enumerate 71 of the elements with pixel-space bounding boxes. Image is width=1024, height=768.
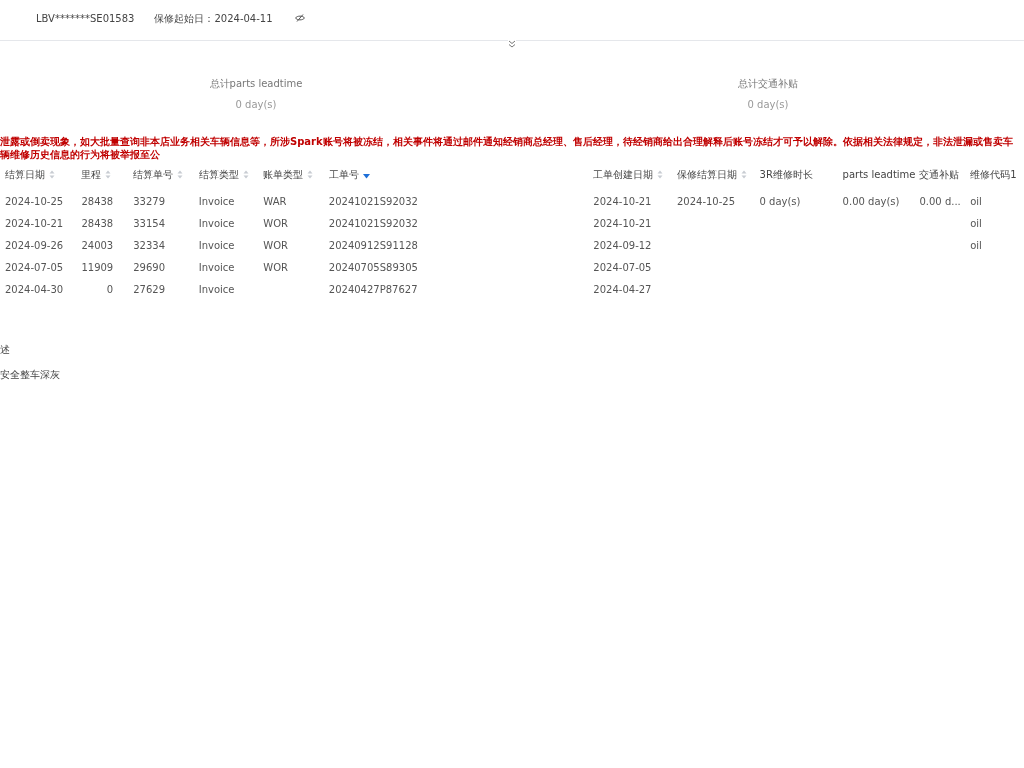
column-header: 3R维修时长	[759, 167, 813, 182]
table-cell: 2024-10-21	[593, 195, 652, 207]
table-cell: 2024-07-05	[593, 261, 652, 273]
table-cell: 11909	[81, 261, 114, 273]
detail-text: 安全整车深灰	[0, 368, 61, 382]
sort-icon[interactable]	[242, 169, 249, 179]
column-header[interactable]: 结算日期	[5, 166, 45, 182]
expand-icon[interactable]	[508, 40, 516, 48]
column-header[interactable]: 结算单号	[133, 166, 174, 182]
table-cell: 28438	[81, 195, 114, 207]
summary-value: 0 day(s)	[235, 98, 277, 112]
table-cell: 0 day(s)	[759, 195, 801, 207]
table-cell: 2024-10-25	[5, 195, 64, 207]
sort-icon[interactable]	[177, 169, 184, 179]
column-header[interactable]: 结算类型	[198, 166, 239, 182]
table-cell: 20240705S89305	[328, 261, 418, 273]
table-cell: 0.00 d...	[919, 195, 961, 207]
summary-label: 总计交通补贴	[738, 77, 798, 91]
table-cell: 0.00 day(s)	[842, 195, 900, 207]
table-cell: 2024-04-27	[593, 283, 652, 295]
summary-label: 总计parts leadtime	[209, 77, 303, 91]
table-cell: 32334	[133, 239, 166, 251]
column-header: 维修代码1	[970, 167, 1017, 182]
table-cell: 20240427P87627	[328, 283, 418, 295]
table-cell: 20241021S92032	[328, 195, 418, 207]
table-cell: WAR	[263, 195, 287, 207]
table-cell: 28438	[81, 217, 114, 229]
table-cell: WOR	[263, 261, 288, 273]
table-cell: 24003	[81, 239, 114, 251]
table-cell: oil	[970, 239, 982, 251]
column-header[interactable]: 工单创建日期	[593, 166, 654, 182]
table-cell: WOR	[263, 217, 288, 229]
table-cell: Invoice	[198, 195, 235, 207]
table-cell: 29690	[133, 261, 166, 273]
table-cell: 20240912S91128	[328, 239, 418, 251]
sort-icon[interactable]	[740, 169, 747, 179]
column-header: parts leadtime	[842, 167, 916, 182]
sort-icon[interactable]	[49, 169, 55, 179]
column-header[interactable]: 里程	[81, 166, 102, 182]
table-cell: Invoice	[198, 217, 235, 229]
warning-text: 泄露或倒卖现象，如大批量查询非本店业务相关车辆信息等，所涉Spark账号将被冻结，相关事件将通过邮件通知经销商总经理、售后经理，待经销商给出合理解释后账号冻结才可予以解除。依据相关法律规定，非法泄漏或售卖车辆维修历史信息的行为将被举报至公	[0, 135, 1014, 161]
summary-value: 0 day(s)	[747, 98, 789, 112]
sort-icon[interactable]	[657, 169, 664, 179]
column-header[interactable]: 账单类型	[263, 166, 304, 182]
table-cell: 20241021S92032	[328, 217, 418, 229]
table-cell: oil	[970, 195, 982, 207]
column-header: 交通补贴	[919, 167, 960, 182]
column-header[interactable]: 保修结算日期	[676, 166, 737, 182]
eye-off-icon[interactable]	[294, 14, 305, 22]
table-cell: 2024-10-21	[5, 217, 64, 229]
table-cell: 2024-07-05	[5, 261, 64, 273]
table-cell: 33279	[133, 195, 166, 207]
table-cell: 27629	[133, 283, 166, 295]
table-cell: Invoice	[198, 239, 235, 251]
table-cell: 2024-09-26	[5, 239, 64, 251]
table-cell: oil	[970, 217, 982, 229]
column-header[interactable]: 工单号	[328, 166, 359, 182]
warranty-start-date: 保修起始日：2024-04-11	[154, 11, 273, 26]
table-cell: Invoice	[198, 261, 235, 273]
table-cell: Invoice	[198, 283, 235, 295]
table-cell: 2024-10-25	[676, 195, 736, 207]
detail-text: 述	[0, 343, 11, 357]
vin-text: LBV*******SE01583	[36, 11, 135, 26]
table-cell: WOR	[263, 239, 288, 251]
table-cell: 2024-10-21	[593, 217, 652, 229]
table-cell: 2024-09-12	[593, 239, 652, 251]
sort-icon[interactable]	[307, 169, 314, 179]
table-cell: 0	[106, 283, 114, 295]
sort-icon[interactable]	[105, 169, 112, 179]
table-cell: 33154	[133, 217, 166, 229]
table-cell: 2024-04-30	[5, 283, 64, 295]
